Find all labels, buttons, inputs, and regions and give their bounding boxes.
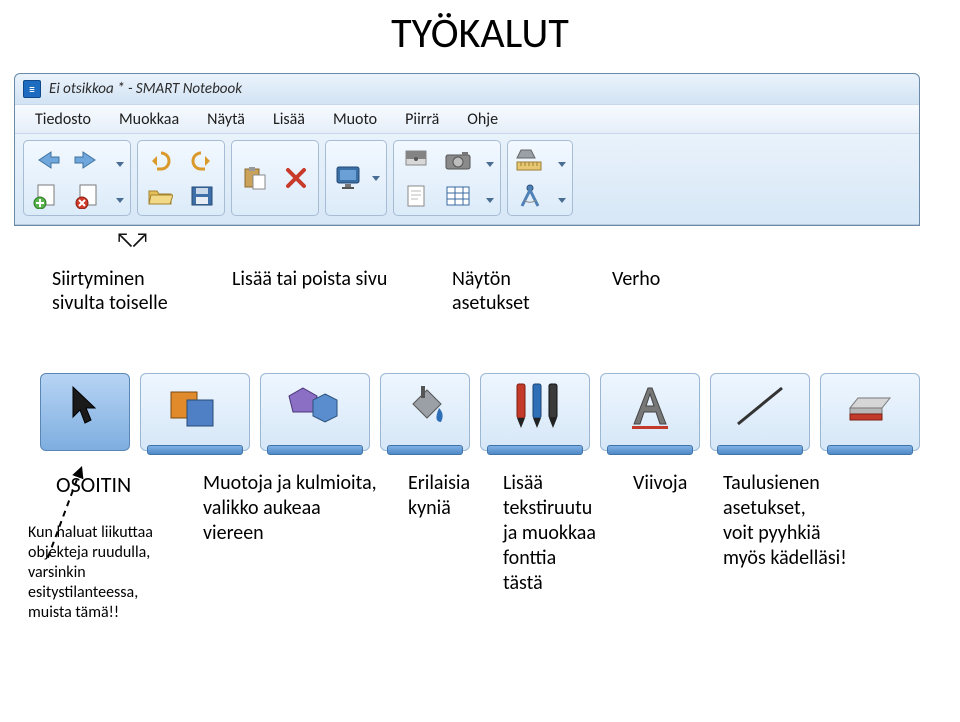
menu-file[interactable]: Tiedosto <box>21 106 105 133</box>
annot-addremove: Lisää tai poista sivu <box>220 267 440 315</box>
menu-help[interactable]: Ohje <box>453 106 512 133</box>
annot-pointer-head: OSOITIN <box>56 471 191 499</box>
toolbar-group-measure <box>507 140 573 216</box>
annot-pointer-note: Kun haluat liikuttaaobjekteja ruudulla,v… <box>28 523 191 623</box>
polygons-tool[interactable] <box>260 373 370 451</box>
chevron-down-icon[interactable] <box>116 198 124 203</box>
tools-row <box>40 373 920 451</box>
toolbar-group-capture <box>393 140 501 216</box>
annot-lines: Viivoja <box>627 471 717 496</box>
arrows-up-icon: ↖↗ <box>115 226 146 253</box>
menu-format[interactable]: Muoto <box>319 106 391 133</box>
delete-page-button[interactable] <box>72 181 104 211</box>
shapes-icon <box>165 382 225 430</box>
annot-display: Näytönasetukset <box>440 267 600 315</box>
delete-page-icon <box>74 183 102 209</box>
toolbar-group-file <box>137 140 225 216</box>
text-icon <box>624 382 676 430</box>
page-icon <box>405 184 427 208</box>
chevron-down-icon[interactable] <box>486 162 494 167</box>
save-button[interactable] <box>186 181 218 211</box>
open-button[interactable] <box>144 181 176 211</box>
delete-button[interactable] <box>280 163 312 193</box>
open-folder-icon <box>147 185 173 207</box>
paint-bucket-icon <box>401 382 449 430</box>
paste-button[interactable] <box>238 163 270 193</box>
toolbar-group-edit <box>231 140 319 216</box>
line-icon <box>732 382 788 430</box>
shapes-tool[interactable] <box>140 373 250 451</box>
titlebar: ≡ Ei otsikkoa * - SMART Notebook <box>15 74 919 104</box>
polygons-icon <box>285 382 345 430</box>
page-button[interactable] <box>400 181 432 211</box>
paste-icon <box>241 165 267 191</box>
arrow-right-icon <box>73 148 103 172</box>
add-page-icon <box>32 183 60 209</box>
fill-tool[interactable] <box>380 373 470 451</box>
eraser-icon <box>842 384 898 428</box>
compass-icon <box>516 182 544 210</box>
chevron-down-icon[interactable] <box>372 176 380 181</box>
camera-icon <box>444 149 472 171</box>
annotations-row-2: OSOITIN Kun haluat liikuttaaobjekteja ru… <box>22 471 934 623</box>
ruler-button[interactable] <box>514 145 546 175</box>
annot-eraser: Taulusienenasetukset,voit pyyhkiämyös kä… <box>717 471 897 571</box>
tool-options-bar[interactable] <box>147 445 243 455</box>
annot-text: Lisäätekstiruutuja muokkaafonttiatästä <box>497 471 627 596</box>
pointer-tool[interactable] <box>40 373 130 451</box>
menubar: Tiedosto Muokkaa Näytä Lisää Muoto Piirr… <box>15 104 919 134</box>
camera-button[interactable] <box>442 145 474 175</box>
app-icon: ≡ <box>23 80 41 98</box>
display-settings-button[interactable] <box>332 163 364 193</box>
annotations-row-1: Siirtyminensivulta toiselle Lisää tai po… <box>40 267 920 315</box>
toolbar-group-display <box>325 140 387 216</box>
pointer-icon <box>65 383 105 429</box>
chevron-down-icon[interactable] <box>558 198 566 203</box>
chevron-down-icon[interactable] <box>116 162 124 167</box>
undo-button[interactable] <box>144 145 176 175</box>
menu-edit[interactable]: Muokkaa <box>105 106 193 133</box>
compass-button[interactable] <box>514 181 546 211</box>
screen-shade-icon <box>403 148 429 172</box>
tool-options-bar[interactable] <box>387 445 463 455</box>
ruler-shapes-icon <box>515 148 545 172</box>
pens-icon <box>505 380 565 432</box>
display-settings-icon <box>333 163 363 193</box>
text-tool[interactable] <box>600 373 700 451</box>
menu-draw[interactable]: Piirrä <box>391 106 453 133</box>
tool-options-bar[interactable] <box>717 445 803 455</box>
delete-x-icon <box>284 166 308 190</box>
menu-insert[interactable]: Lisää <box>259 106 319 133</box>
back-button[interactable] <box>30 145 62 175</box>
eraser-tool[interactable] <box>820 373 920 451</box>
redo-icon <box>189 149 215 171</box>
toolbar-group-pages <box>23 140 131 216</box>
add-page-button[interactable] <box>30 181 62 211</box>
chevron-down-icon[interactable] <box>558 162 566 167</box>
annot-curtain: Verho <box>600 267 760 315</box>
tool-options-bar[interactable] <box>267 445 363 455</box>
table-icon <box>445 185 471 207</box>
line-tool[interactable] <box>710 373 810 451</box>
annot-shapes: Muotoja ja kulmioita,valikko aukeaaviere… <box>197 471 402 546</box>
app-window: ≡ Ei otsikkoa * - SMART Notebook Tiedost… <box>14 73 920 226</box>
pens-tool[interactable] <box>480 373 590 451</box>
save-icon <box>190 185 214 207</box>
chevron-down-icon[interactable] <box>486 198 494 203</box>
annot-pens: Erilaisiakyniä <box>402 471 497 521</box>
screen-shade-button[interactable] <box>400 145 432 175</box>
arrow-left-icon <box>31 148 61 172</box>
toolbar <box>15 134 919 225</box>
slide-title: TYÖKALUT <box>0 8 960 59</box>
forward-button[interactable] <box>72 145 104 175</box>
tool-options-bar[interactable] <box>607 445 693 455</box>
table-button[interactable] <box>442 181 474 211</box>
tool-options-bar[interactable] <box>487 445 583 455</box>
menu-view[interactable]: Näytä <box>193 106 259 133</box>
annot-move: Siirtyminensivulta toiselle <box>40 267 220 315</box>
window-title: Ei otsikkoa * - SMART Notebook <box>49 80 242 98</box>
undo-icon <box>147 149 173 171</box>
tool-options-bar[interactable] <box>827 445 913 455</box>
redo-button[interactable] <box>186 145 218 175</box>
